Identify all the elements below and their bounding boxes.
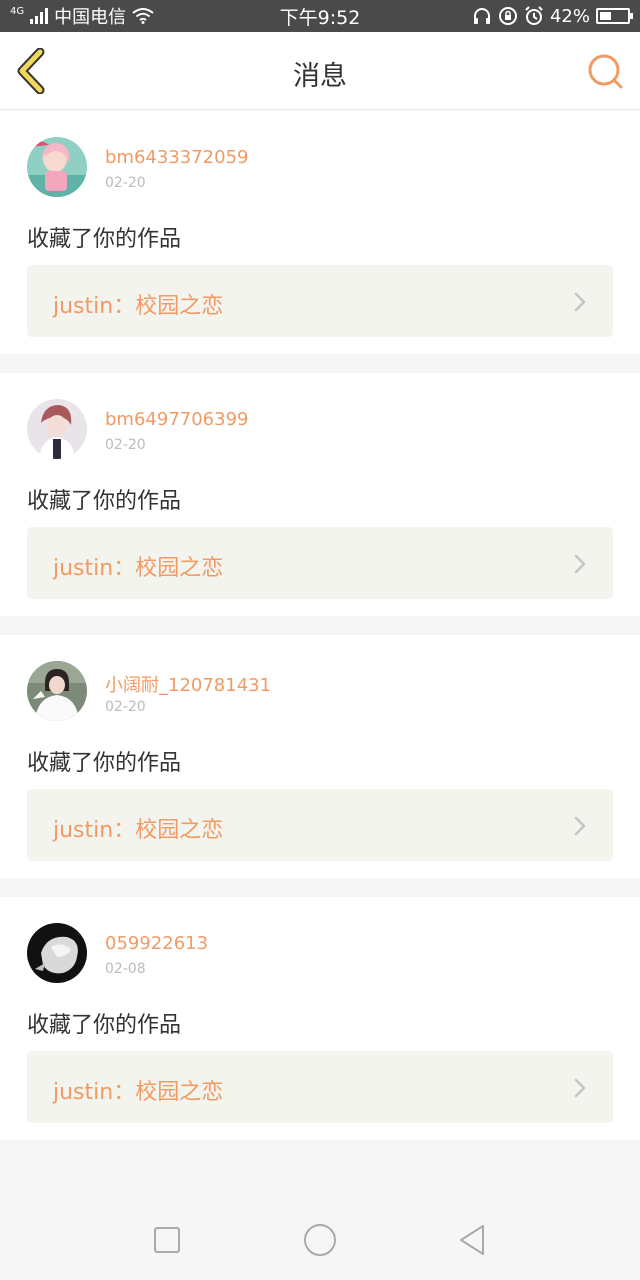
work-link[interactable]: justin：校园之恋 <box>27 265 613 337</box>
signal-icon <box>30 8 49 24</box>
chevron-right-icon <box>574 554 586 574</box>
message-date: 02-20 <box>105 699 146 715</box>
battery-level <box>600 12 611 20</box>
chevron-right-icon <box>574 292 586 312</box>
rotation-lock-icon <box>498 7 517 25</box>
app-screen: 4G 中国电信 下午9:52 42% 消息 bm6433372059 02-20… <box>0 0 640 1280</box>
username[interactable]: bm6433372059 <box>105 147 248 168</box>
message-list: bm6433372059 02-20 收藏了你的作品 justin：校园之恋 b… <box>0 111 640 1140</box>
work-link[interactable]: justin：校园之恋 <box>27 1051 613 1123</box>
action-text: 收藏了你的作品 <box>27 751 182 776</box>
status-time: 下午9:52 <box>279 6 361 29</box>
action-text: 收藏了你的作品 <box>27 227 182 252</box>
work-title: justin：校园之恋 <box>53 818 224 843</box>
search-icon[interactable] <box>586 52 626 92</box>
network-type: 4G <box>10 6 25 17</box>
username[interactable]: 059922613 <box>105 933 208 954</box>
wifi-icon <box>132 8 154 24</box>
alarm-icon <box>525 6 543 25</box>
system-nav-bar <box>0 1200 640 1280</box>
recents-button[interactable] <box>147 1220 187 1260</box>
work-title: justin：校园之恋 <box>53 1080 224 1105</box>
work-link[interactable]: justin：校园之恋 <box>27 789 613 861</box>
chevron-right-icon <box>574 1078 586 1098</box>
avatar[interactable] <box>27 923 87 983</box>
username[interactable]: bm6497706399 <box>105 409 248 430</box>
avatar[interactable] <box>27 399 87 459</box>
message-date: 02-20 <box>105 175 146 191</box>
username[interactable]: 小阔耐_120781431 <box>105 671 271 697</box>
message-date: 02-08 <box>105 961 146 977</box>
work-link[interactable]: justin：校园之恋 <box>27 527 613 599</box>
battery-icon <box>596 8 633 24</box>
message-card: bm6433372059 02-20 收藏了你的作品 justin：校园之恋 <box>0 111 640 354</box>
message-card: 059922613 02-08 收藏了你的作品 justin：校园之恋 <box>0 897 640 1140</box>
chevron-right-icon <box>574 816 586 836</box>
work-title: justin：校园之恋 <box>53 294 224 319</box>
message-card: 小阔耐_120781431 02-20 收藏了你的作品 justin：校园之恋 <box>0 635 640 878</box>
avatar[interactable] <box>27 137 87 197</box>
app-header: 消息 <box>0 32 640 110</box>
home-button[interactable] <box>300 1220 340 1260</box>
carrier-name: 中国电信 <box>54 7 127 28</box>
action-text: 收藏了你的作品 <box>27 489 182 514</box>
message-card: bm6497706399 02-20 收藏了你的作品 justin：校园之恋 <box>0 373 640 616</box>
message-date: 02-20 <box>105 437 146 453</box>
status-bar: 4G 中国电信 下午9:52 42% <box>0 0 640 32</box>
work-title: justin：校园之恋 <box>53 556 224 581</box>
battery-percent: 42% <box>549 5 590 27</box>
nav-back-button[interactable] <box>453 1220 493 1260</box>
headphones-icon <box>473 8 490 24</box>
avatar[interactable] <box>27 661 87 721</box>
page-title: 消息 <box>293 61 347 92</box>
action-text: 收藏了你的作品 <box>27 1013 182 1038</box>
